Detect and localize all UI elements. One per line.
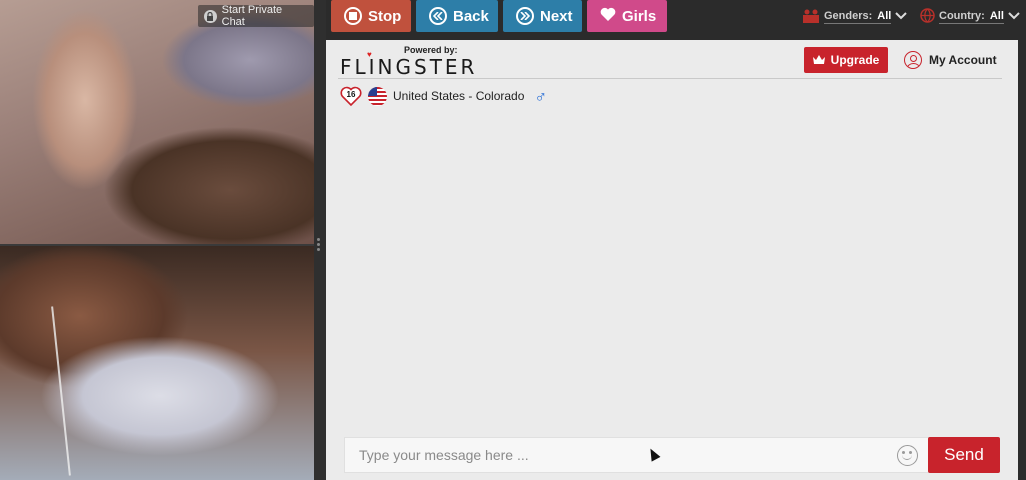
top-toolbar: Stop Back Next Girls Genders: All Countr… xyxy=(326,0,1026,40)
partner-location: United States - Colorado xyxy=(393,89,525,103)
message-composer xyxy=(344,437,929,473)
country-value: All xyxy=(989,10,1004,22)
next-label: Next xyxy=(540,7,573,25)
chat-panel: Powered by: ♥ FLINGSTER Upgrade My Accou… xyxy=(326,40,1018,480)
app-root: Start Private Chat Stop Back Next Girls xyxy=(0,0,1026,480)
upgrade-label: Upgrade xyxy=(830,53,880,67)
us-flag-icon xyxy=(368,86,387,106)
header-divider xyxy=(338,78,1002,79)
local-video xyxy=(0,246,314,480)
back-button[interactable]: Back xyxy=(416,0,498,32)
fast-forward-icon xyxy=(516,7,534,25)
male-icon: ♂ xyxy=(534,86,548,106)
my-account-label: My Account xyxy=(929,53,997,67)
back-label: Back xyxy=(453,7,489,25)
private-chat-label: Start Private Chat xyxy=(221,4,283,28)
chevron-down-icon xyxy=(895,11,908,23)
country-filter[interactable]: Country: All xyxy=(920,8,1020,26)
genders-label: Genders: xyxy=(824,10,873,22)
globe-icon xyxy=(920,8,935,26)
stop-icon xyxy=(344,7,362,25)
emoji-icon[interactable] xyxy=(897,445,918,466)
girls-button[interactable]: Girls xyxy=(587,0,667,32)
window-edge xyxy=(1018,40,1026,480)
heart-icon xyxy=(600,7,616,25)
user-icon xyxy=(904,51,922,69)
genders-filter[interactable]: Genders: All xyxy=(802,8,908,26)
upgrade-button[interactable]: Upgrade xyxy=(804,47,888,73)
next-button[interactable]: Next xyxy=(503,0,582,32)
partner-info: 16 United States - Colorado ♂ xyxy=(340,84,547,108)
crown-icon xyxy=(812,53,825,67)
age-badge: 16 xyxy=(340,85,362,107)
rewind-icon xyxy=(429,7,447,25)
country-label: Country: xyxy=(939,10,985,22)
stop-button[interactable]: Stop xyxy=(331,0,411,32)
remote-video: Start Private Chat xyxy=(0,0,314,244)
my-account-button[interactable]: My Account xyxy=(904,49,997,71)
send-button[interactable]: Send xyxy=(928,437,1000,473)
panel-resize-handle[interactable] xyxy=(314,0,326,480)
start-private-chat-button[interactable]: Start Private Chat xyxy=(198,4,314,28)
age-value: 16 xyxy=(346,90,356,99)
stop-label: Stop xyxy=(368,7,402,25)
video-column: Start Private Chat xyxy=(0,0,314,480)
powered-by-label: Powered by: xyxy=(404,45,458,55)
girls-label: Girls xyxy=(622,7,657,25)
brand-name: FLINGSTER xyxy=(340,55,478,79)
lock-icon xyxy=(204,9,217,23)
message-input[interactable] xyxy=(345,438,885,472)
genders-value: All xyxy=(877,10,892,22)
chevron-down-icon xyxy=(1008,11,1020,23)
genders-icon xyxy=(802,9,820,26)
